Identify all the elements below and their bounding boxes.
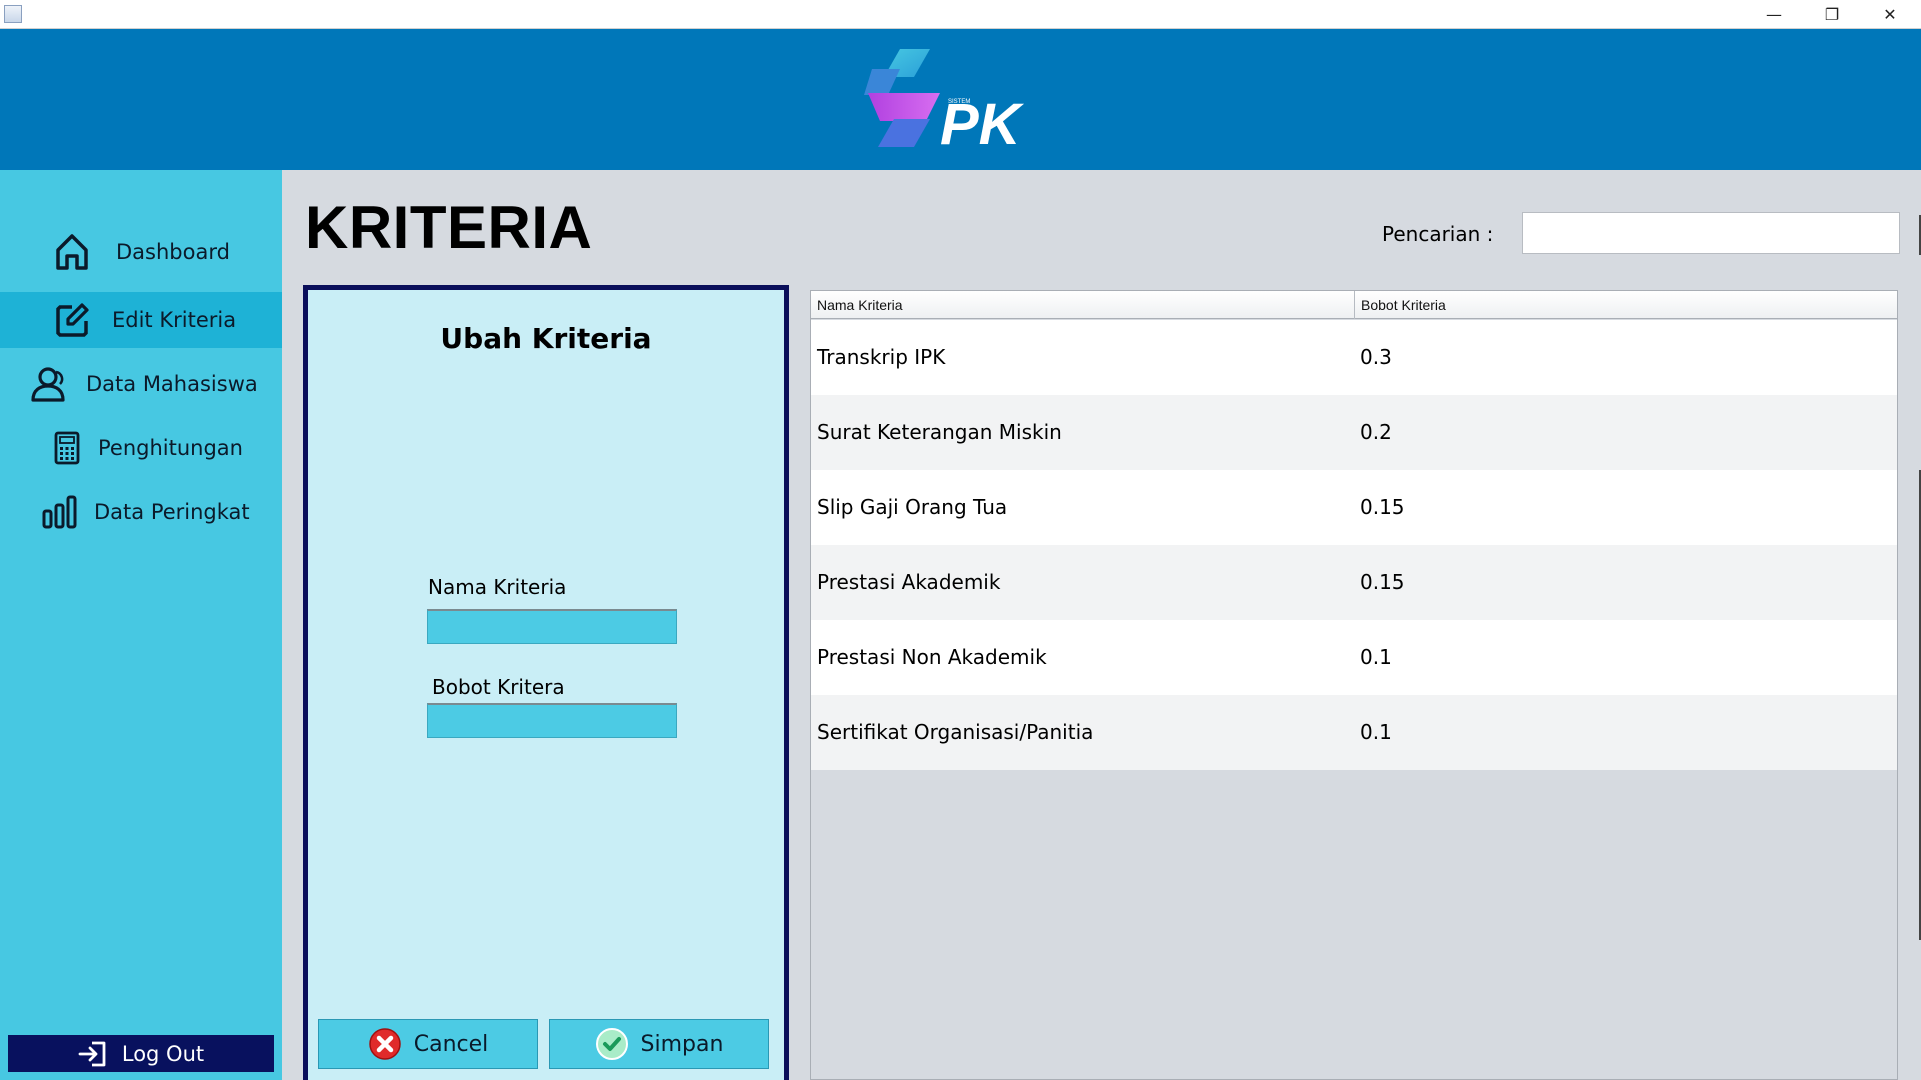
- users-icon: [31, 367, 65, 402]
- minimize-button[interactable]: —: [1745, 0, 1803, 29]
- save-label: Simpan: [640, 1031, 724, 1057]
- sidebar-item-label: Data Mahasiswa: [86, 372, 258, 396]
- sidebar-item-label: Edit Kriteria: [112, 308, 237, 332]
- search-label: Pencarian :: [1382, 222, 1494, 246]
- logo-small-text: SISTEM: [948, 99, 970, 105]
- minimize-icon: —: [1766, 5, 1782, 24]
- cell-nama: Prestasi Akademik: [817, 570, 1001, 594]
- cell-nama: Transkrip IPK: [817, 345, 946, 369]
- table-row[interactable]: Prestasi Akademik 0.15: [811, 545, 1897, 620]
- check-icon: [595, 1028, 628, 1060]
- sidebar-item-label: Data Peringkat: [94, 500, 250, 524]
- close-icon: ✕: [1883, 5, 1897, 24]
- restore-icon: ❐: [1824, 5, 1840, 24]
- calculator-icon: [54, 431, 80, 465]
- table-row[interactable]: Slip Gaji Orang Tua 0.15: [811, 470, 1897, 545]
- cell-bobot: 0.3: [1360, 345, 1392, 369]
- sidebar-item-dashboard[interactable]: Dashboard: [0, 224, 282, 280]
- cell-nama: Sertifikat Organisasi/Panitia: [817, 720, 1094, 744]
- sidebar-item-penghitungan[interactable]: Penghitungan: [0, 420, 282, 476]
- cell-nama: Prestasi Non Akademik: [817, 645, 1047, 669]
- cell-bobot: 0.2: [1360, 420, 1392, 444]
- app-header: PK SISTEM: [0, 29, 1921, 170]
- nama-kriteria-label: Nama Kriteria: [428, 575, 567, 599]
- bobot-kriteria-label: Bobot Kritera: [432, 675, 565, 699]
- save-button[interactable]: Simpan: [549, 1019, 769, 1069]
- cancel-label: Cancel: [413, 1031, 489, 1057]
- home-icon: [56, 234, 88, 270]
- table-row[interactable]: Sertifikat Organisasi/Panitia 0.1: [811, 695, 1897, 770]
- sidebar-item-edit-kriteria[interactable]: Edit Kriteria: [0, 292, 282, 348]
- spk-logo: PK SISTEM: [864, 49, 1025, 157]
- close-window-button[interactable]: ✕: [1861, 0, 1919, 29]
- java-app-icon: [4, 5, 22, 23]
- edit-icon: [56, 303, 89, 337]
- logout-button[interactable]: Log Out: [8, 1035, 274, 1072]
- bobot-kriteria-input[interactable]: [427, 703, 677, 738]
- column-header-nama[interactable]: Nama Kriteria: [811, 291, 1354, 319]
- logout-label: Log Out: [121, 1041, 205, 1066]
- table-row[interactable]: Surat Keterangan Miskin 0.2: [811, 395, 1897, 470]
- cell-nama: Surat Keterangan Miskin: [817, 420, 1062, 444]
- sidebar-item-data-mahasiswa[interactable]: Data Mahasiswa: [0, 356, 282, 412]
- sidebar-item-label: Penghitungan: [98, 436, 243, 460]
- sidebar-item-label: Dashboard: [116, 240, 230, 264]
- page-title: KRITERIA: [305, 194, 593, 261]
- logout-icon: [78, 1041, 106, 1066]
- nama-kriteria-input[interactable]: [427, 609, 677, 644]
- cell-bobot: 0.15: [1360, 570, 1405, 594]
- window-titlebar: — ❐ ✕: [0, 0, 1921, 29]
- form-title: Ubah Kriteria: [440, 322, 652, 355]
- sidebar: Dashboard Edit Kriteria Data Mahasiswa P…: [0, 170, 282, 1080]
- cell-bobot: 0.15: [1360, 495, 1405, 519]
- table-row[interactable]: Transkrip IPK 0.3: [811, 320, 1897, 395]
- cell-bobot: 0.1: [1360, 645, 1392, 669]
- search-input[interactable]: [1522, 212, 1900, 254]
- bar-chart-icon: [42, 495, 77, 529]
- cancel-icon: [368, 1028, 401, 1060]
- cell-nama: Slip Gaji Orang Tua: [817, 495, 1008, 519]
- cancel-button[interactable]: Cancel: [318, 1019, 538, 1069]
- criteria-table: Nama Kriteria Bobot Kriteria Transkrip I…: [810, 290, 1898, 1080]
- restore-button[interactable]: ❐: [1803, 0, 1861, 29]
- table-row[interactable]: Prestasi Non Akademik 0.1: [811, 620, 1897, 695]
- edit-criteria-panel: Ubah Kriteria Nama Kriteria Bobot Kriter…: [303, 285, 789, 1080]
- column-header-bobot[interactable]: Bobot Kriteria: [1354, 291, 1898, 319]
- sidebar-item-data-peringkat[interactable]: Data Peringkat: [0, 484, 282, 540]
- table-header: Nama Kriteria Bobot Kriteria: [811, 291, 1897, 319]
- cell-bobot: 0.1: [1360, 720, 1392, 744]
